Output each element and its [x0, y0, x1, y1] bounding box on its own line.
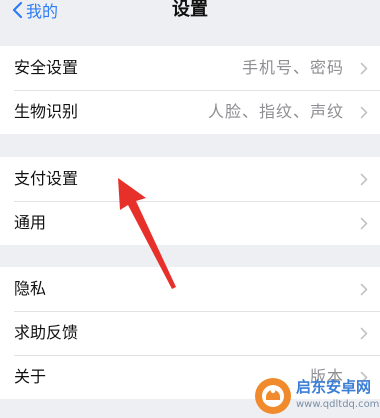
watermark: 启东安卓网 www.qdltdq.com: [250, 372, 380, 418]
chevron-right-icon: [360, 217, 368, 230]
row-label: 支付设置: [14, 169, 79, 188]
logo-icon: [255, 378, 291, 414]
row-label: 生物识别: [14, 102, 79, 121]
page-title: 设置: [172, 0, 208, 20]
row-privacy[interactable]: 隐私: [0, 267, 380, 311]
row-security-settings[interactable]: 安全设置 手机号、密码: [0, 46, 380, 90]
row-label: 求助反馈: [14, 323, 79, 342]
row-payment-settings[interactable]: 支付设置: [0, 157, 380, 201]
chevron-right-icon: [360, 283, 368, 296]
row-value: 人脸、指纹、声纹: [207, 102, 344, 121]
watermark-url: www.qdltdq.com: [296, 399, 380, 410]
chevron-right-icon: [360, 62, 368, 75]
chevron-right-icon: [360, 106, 368, 119]
row-label: 通用: [14, 213, 47, 232]
row-general[interactable]: 通用: [0, 201, 380, 245]
navigation-bar: 我的 设置: [0, 0, 380, 28]
row-help-feedback[interactable]: 求助反馈: [0, 311, 380, 355]
chevron-right-icon: [360, 173, 368, 186]
settings-group-account: 安全设置 手机号、密码 生物识别 人脸、指纹、声纹: [0, 46, 380, 134]
row-label: 隐私: [14, 279, 47, 298]
chevron-right-icon: [360, 327, 368, 340]
row-biometrics[interactable]: 生物识别 人脸、指纹、声纹: [0, 90, 380, 134]
row-value: 手机号、密码: [241, 58, 344, 77]
row-label: 关于: [14, 367, 47, 386]
row-label: 安全设置: [14, 58, 79, 77]
settings-group-general: 支付设置 通用: [0, 157, 380, 245]
watermark-title: 启东安卓网: [296, 378, 372, 396]
